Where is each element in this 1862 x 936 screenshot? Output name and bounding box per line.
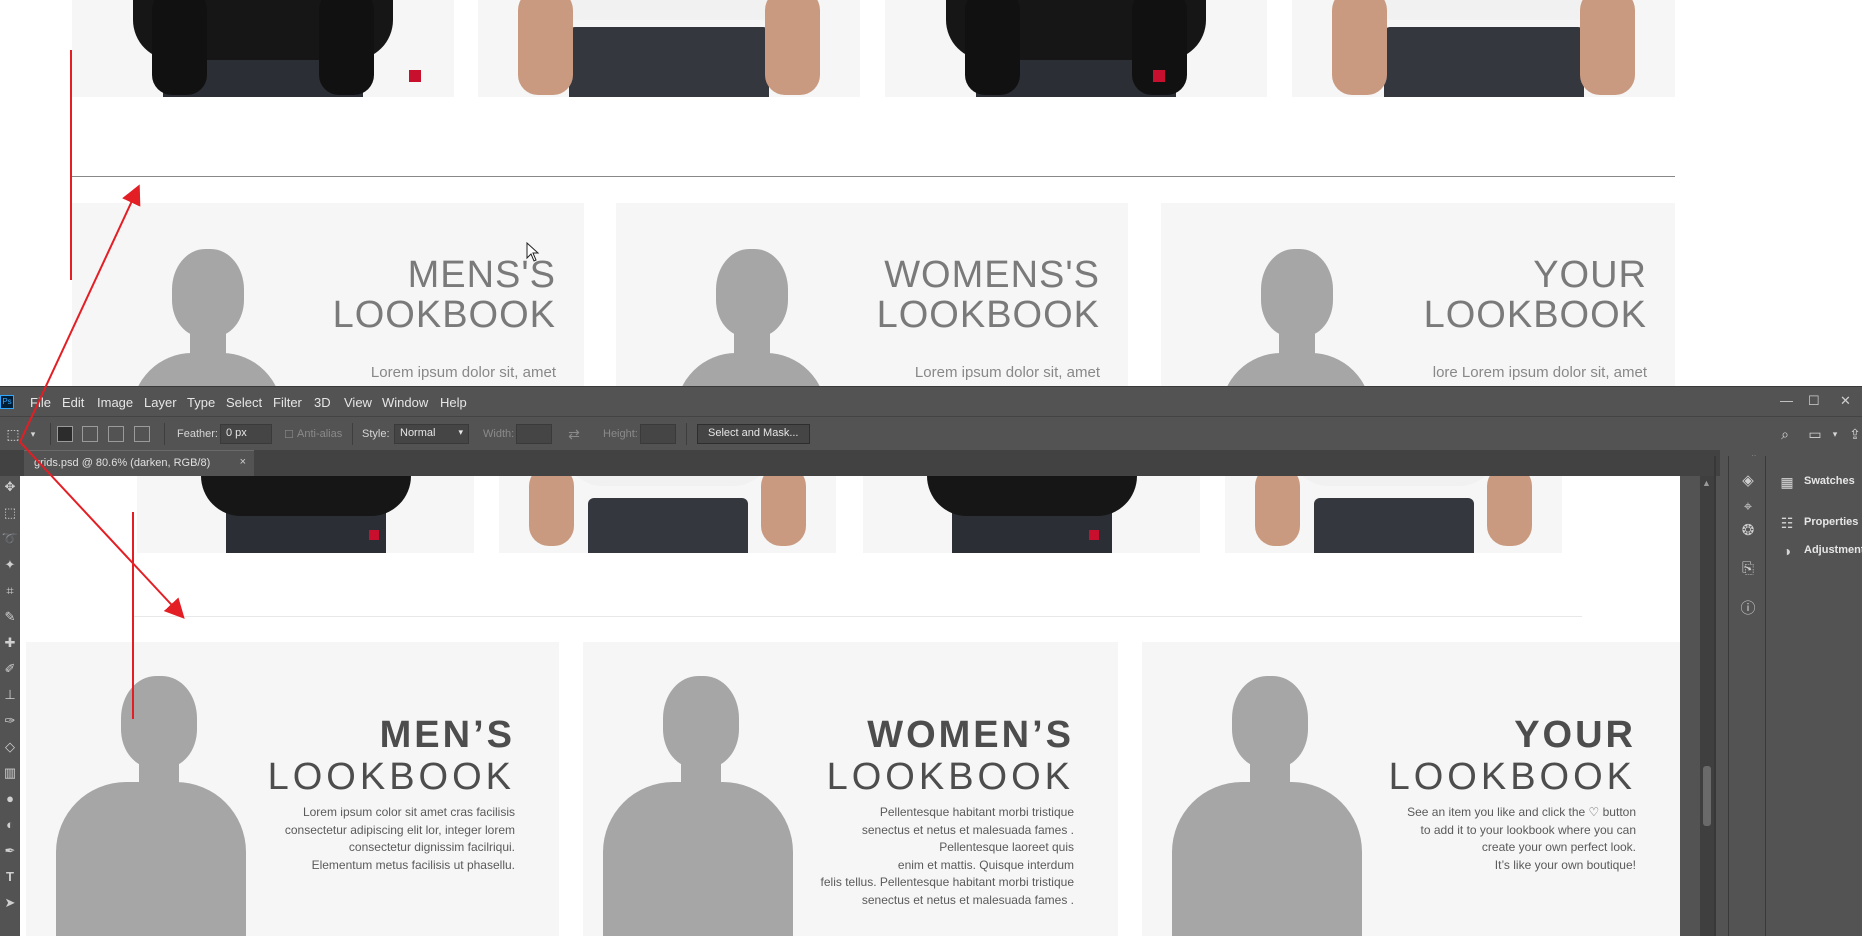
- annotation-arrows: [19, 184, 185, 619]
- annotation-arrow: [19, 441, 185, 619]
- annotation-arrow: [19, 184, 141, 443]
- screen: MENS'S LOOKBOOK Lorem ipsum dolor sit, a…: [0, 0, 1862, 936]
